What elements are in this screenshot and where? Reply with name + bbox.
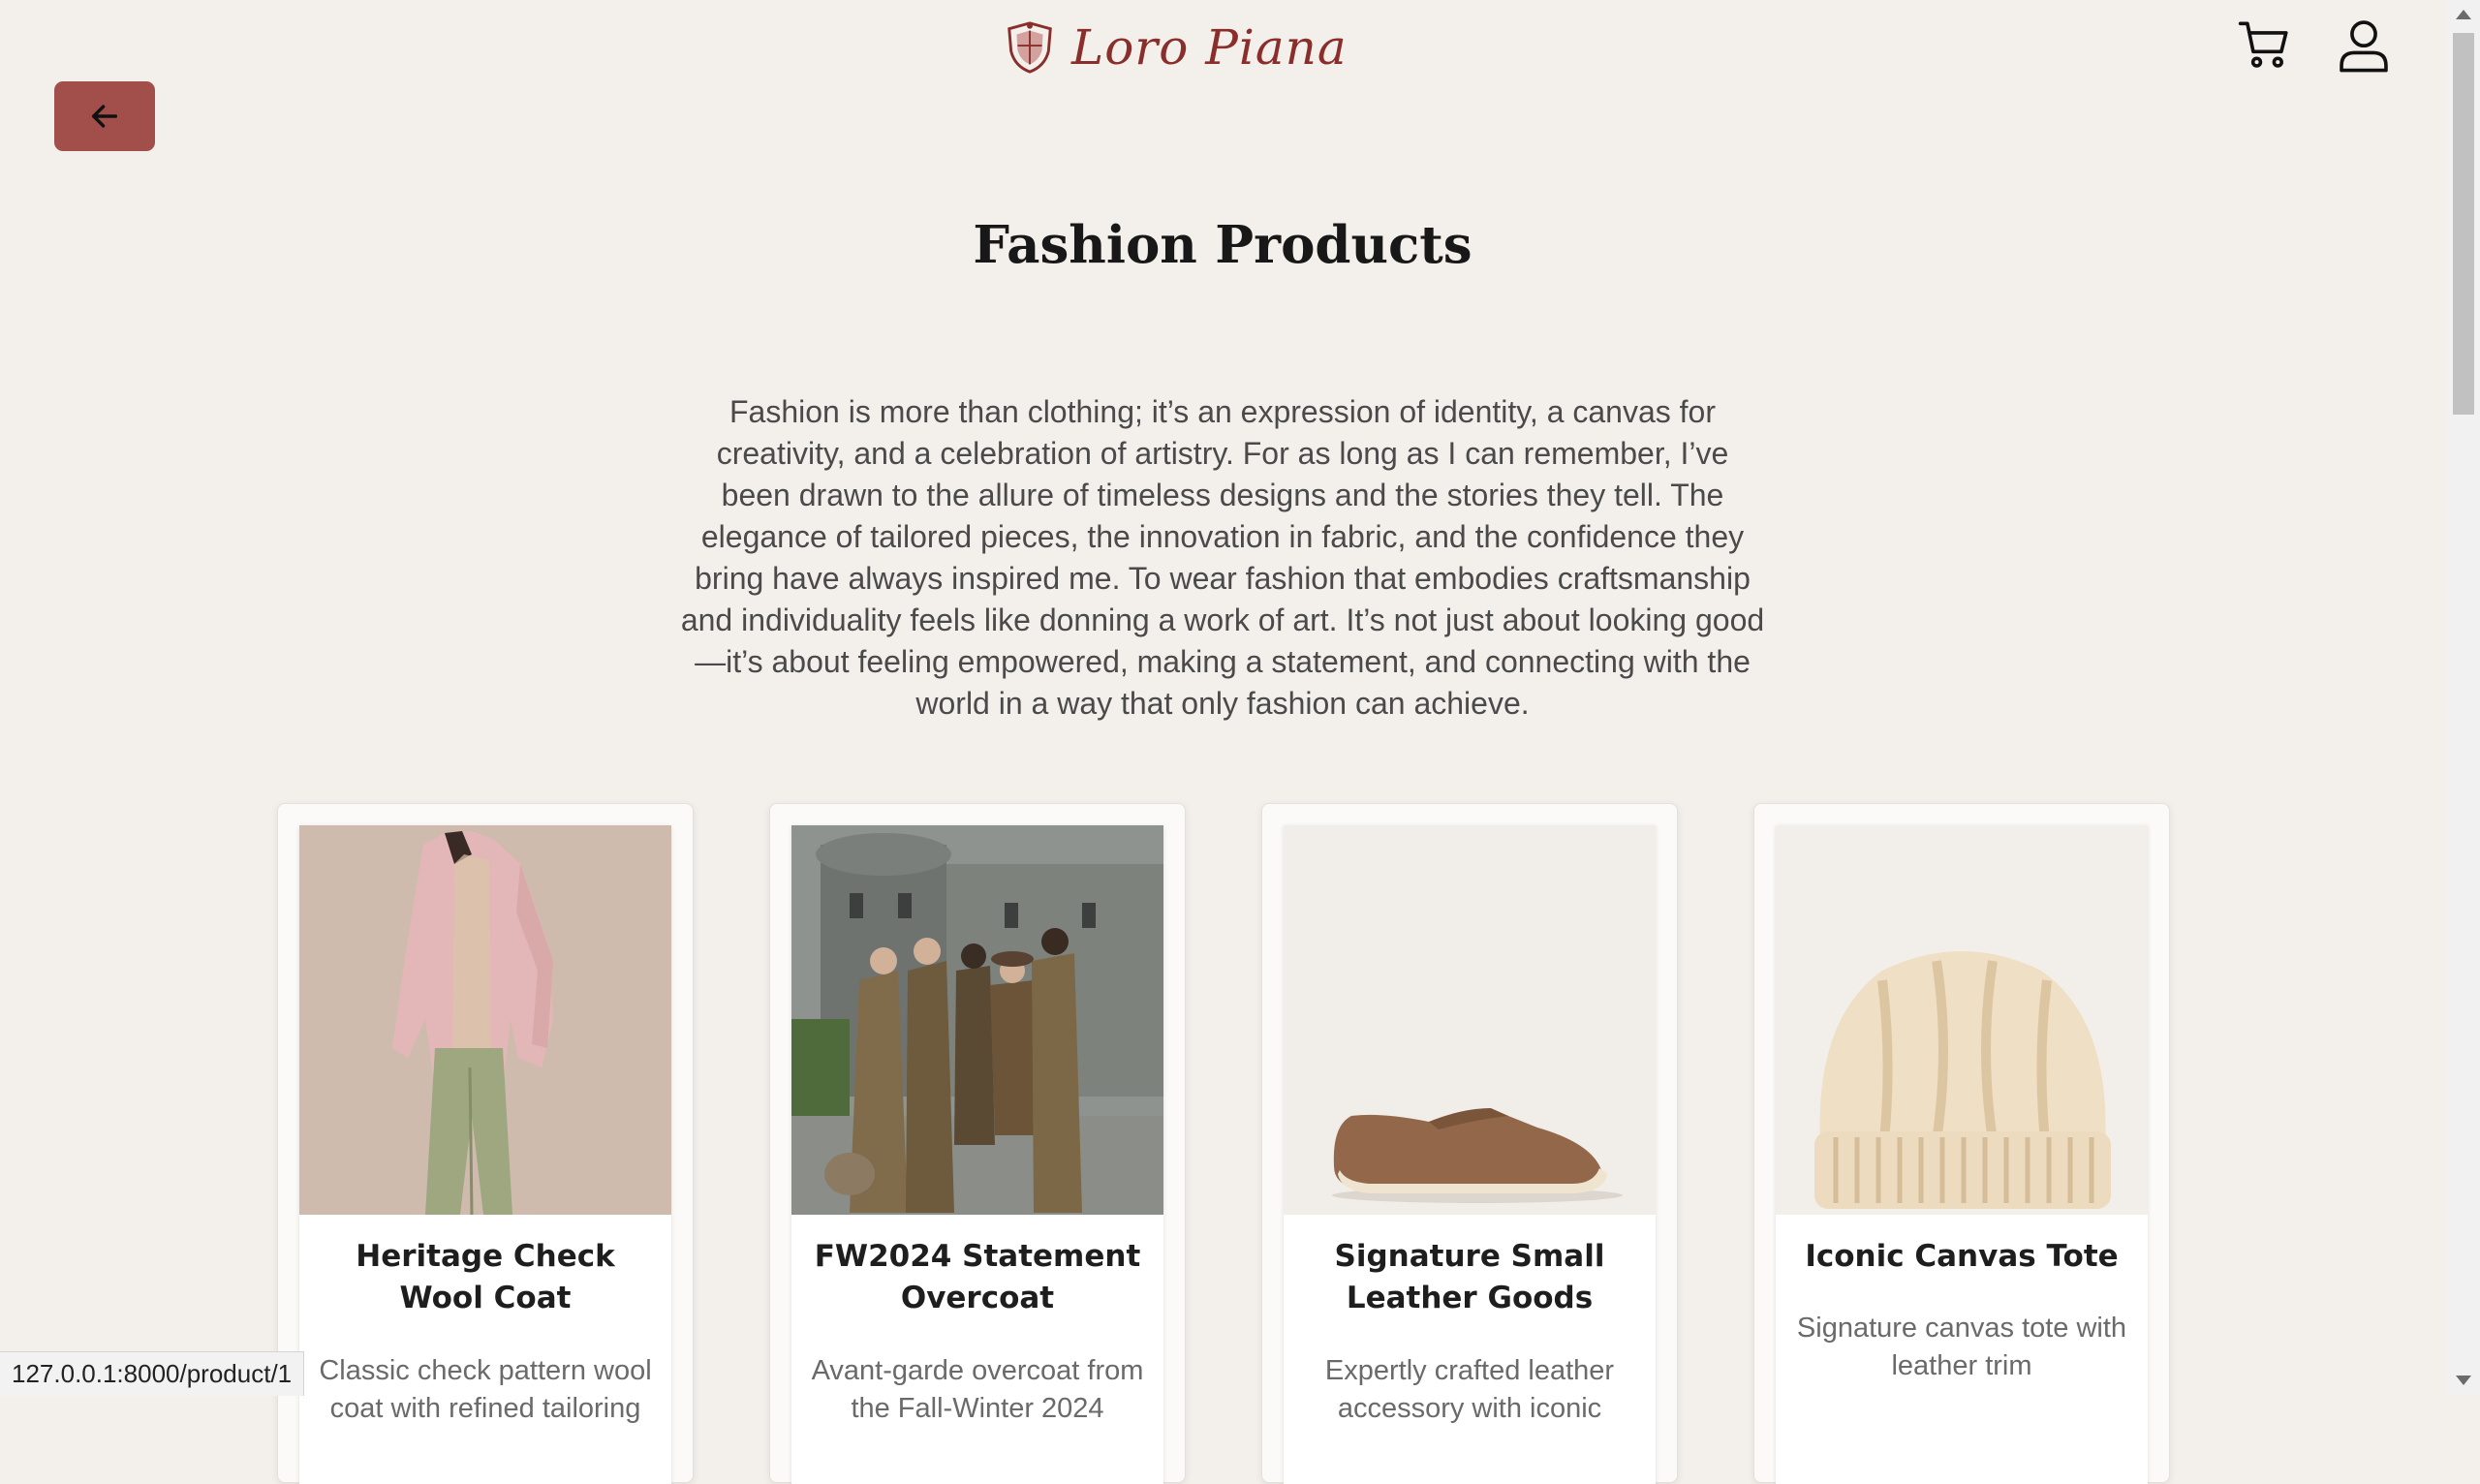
- page-title: Fashion Products: [973, 215, 1472, 275]
- product-description: Classic check pattern wool coat with ref…: [319, 1355, 652, 1424]
- group-campaign-castle-image: [791, 825, 1163, 1215]
- cart-button[interactable]: [2234, 14, 2296, 76]
- product-description: Avant-garde overcoat from the Fall-Winte…: [811, 1355, 1144, 1424]
- account-button[interactable]: [2333, 14, 2395, 76]
- page-scrollbar[interactable]: [2447, 0, 2480, 1395]
- user-icon: [2336, 16, 2392, 73]
- product-title: Signature Small Leather Goods: [1334, 1239, 1605, 1315]
- product-card[interactable]: FW2024 Statement Overcoat Avant-garde ov…: [769, 803, 1186, 1484]
- product-description: Signature canvas tote with leather trim: [1796, 1313, 2127, 1381]
- suede-loafer-image: [1284, 825, 1656, 1215]
- product-title: Iconic Canvas Tote: [1805, 1239, 2119, 1274]
- product-title: Heritage Check Wool Coat: [356, 1239, 615, 1315]
- product-card[interactable]: Iconic Canvas Tote Signature canvas tote…: [1753, 803, 2170, 1484]
- scroll-up-arrow-icon[interactable]: [2456, 10, 2471, 19]
- product-card-body: Heritage Check Wool Coat Classic check p…: [299, 825, 671, 1484]
- product-description: Expertly crafted leather accessory with …: [1324, 1355, 1615, 1424]
- product-grid: Heritage Check Wool Coat Classic check p…: [277, 803, 2170, 1484]
- product-card-body: FW2024 Statement Overcoat Avant-garde ov…: [791, 825, 1163, 1484]
- product-title: FW2024 Statement Overcoat: [814, 1239, 1141, 1315]
- scroll-thumb[interactable]: [2453, 33, 2474, 415]
- cable-knit-beanie-image: [1776, 825, 2148, 1215]
- arrow-left-icon: [88, 100, 121, 133]
- product-card-body: Signature Small Leather Goods Expertly c…: [1284, 825, 1656, 1484]
- product-card[interactable]: Signature Small Leather Goods Expertly c…: [1261, 803, 1678, 1484]
- model-pink-jacket-image: [299, 825, 671, 1215]
- back-button[interactable]: [54, 81, 155, 151]
- brand-logo[interactable]: Loro Piana: [1002, 12, 1347, 83]
- status-bar-url: 127.0.0.1:8000/product/1: [0, 1351, 305, 1396]
- intro-paragraph: Fashion is more than clothing; it’s an e…: [680, 394, 1765, 721]
- cart-icon: [2237, 16, 2293, 73]
- product-card-body: Iconic Canvas Tote Signature canvas tote…: [1776, 825, 2148, 1484]
- crest-icon: [1002, 19, 1058, 76]
- scroll-down-arrow-icon[interactable]: [2456, 1376, 2471, 1385]
- product-card[interactable]: Heritage Check Wool Coat Classic check p…: [277, 803, 694, 1484]
- brand-name: Loro Piana: [1071, 19, 1348, 76]
